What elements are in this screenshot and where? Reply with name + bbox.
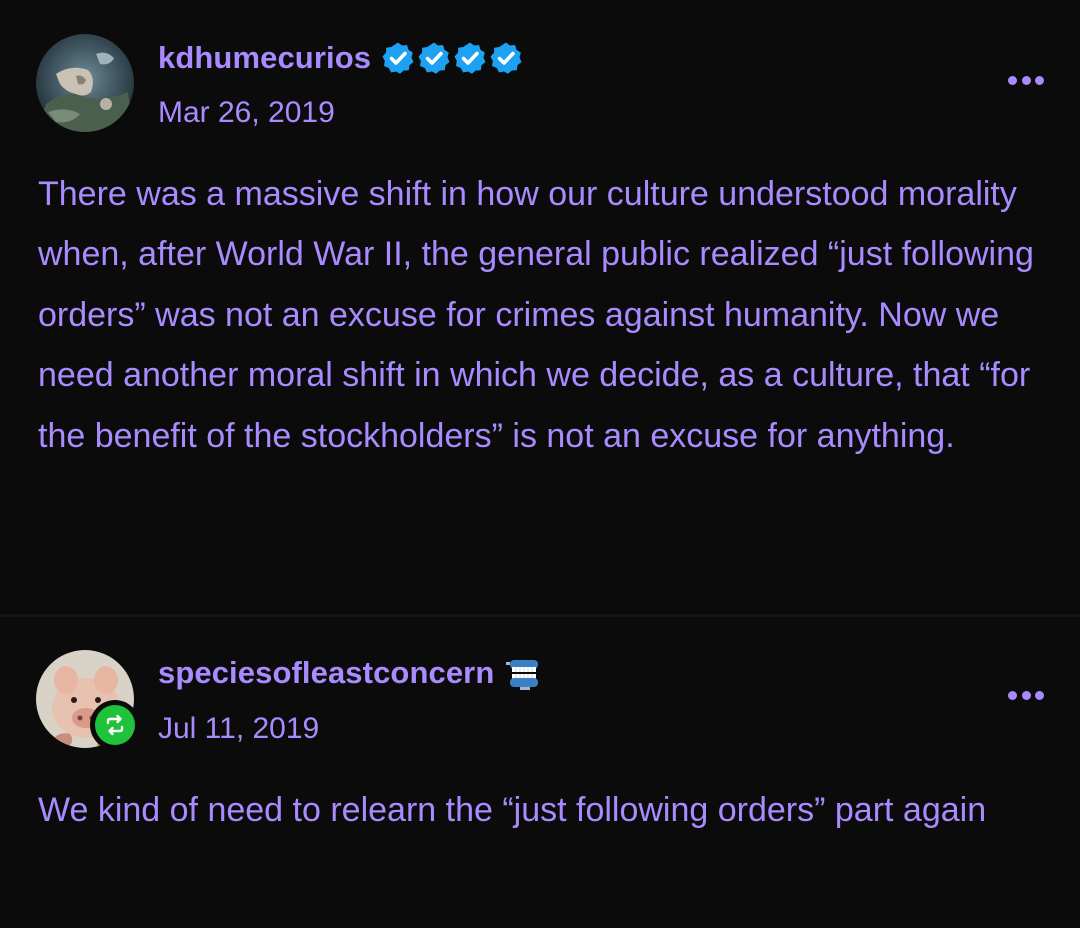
post-2: speciesofleastconcern Jul 11, 2019 We ki…: [0, 617, 1080, 928]
dot: [1021, 75, 1031, 85]
more-options-icon[interactable]: [1008, 73, 1044, 87]
post-date[interactable]: Jul 11, 2019: [158, 712, 319, 746]
username-row: speciesofleastconcern: [158, 651, 544, 695]
post-body: We kind of need to relearn the “just fol…: [38, 791, 987, 829]
chattering-teeth-icon[interactable]: [504, 654, 544, 692]
reblog-badge: [90, 700, 140, 750]
post-body: There was a massive shift in how our cul…: [38, 175, 1034, 455]
badges: [381, 41, 523, 75]
verified-badge-icon[interactable]: [417, 41, 451, 75]
post-1: kdhumecurios Mar 26, 2019 There was a ma…: [0, 0, 1080, 614]
post-date[interactable]: Mar 26, 2019: [158, 96, 335, 130]
avatar[interactable]: [36, 34, 134, 132]
username[interactable]: kdhumecurios: [158, 40, 371, 76]
dot: [1008, 690, 1017, 700]
verified-badge-icon[interactable]: [489, 41, 523, 75]
verified-badge-icon[interactable]: [453, 41, 487, 75]
verified-badge-icon[interactable]: [381, 41, 415, 75]
username[interactable]: speciesofleastconcern: [158, 655, 494, 691]
dot: [1021, 690, 1031, 700]
dot: [1008, 75, 1017, 85]
dot: [1035, 75, 1044, 85]
dot: [1035, 690, 1044, 700]
username-row: kdhumecurios: [158, 36, 523, 80]
badges: [504, 654, 544, 692]
more-options-icon[interactable]: [1008, 688, 1044, 702]
reblog-icon: [106, 714, 124, 736]
